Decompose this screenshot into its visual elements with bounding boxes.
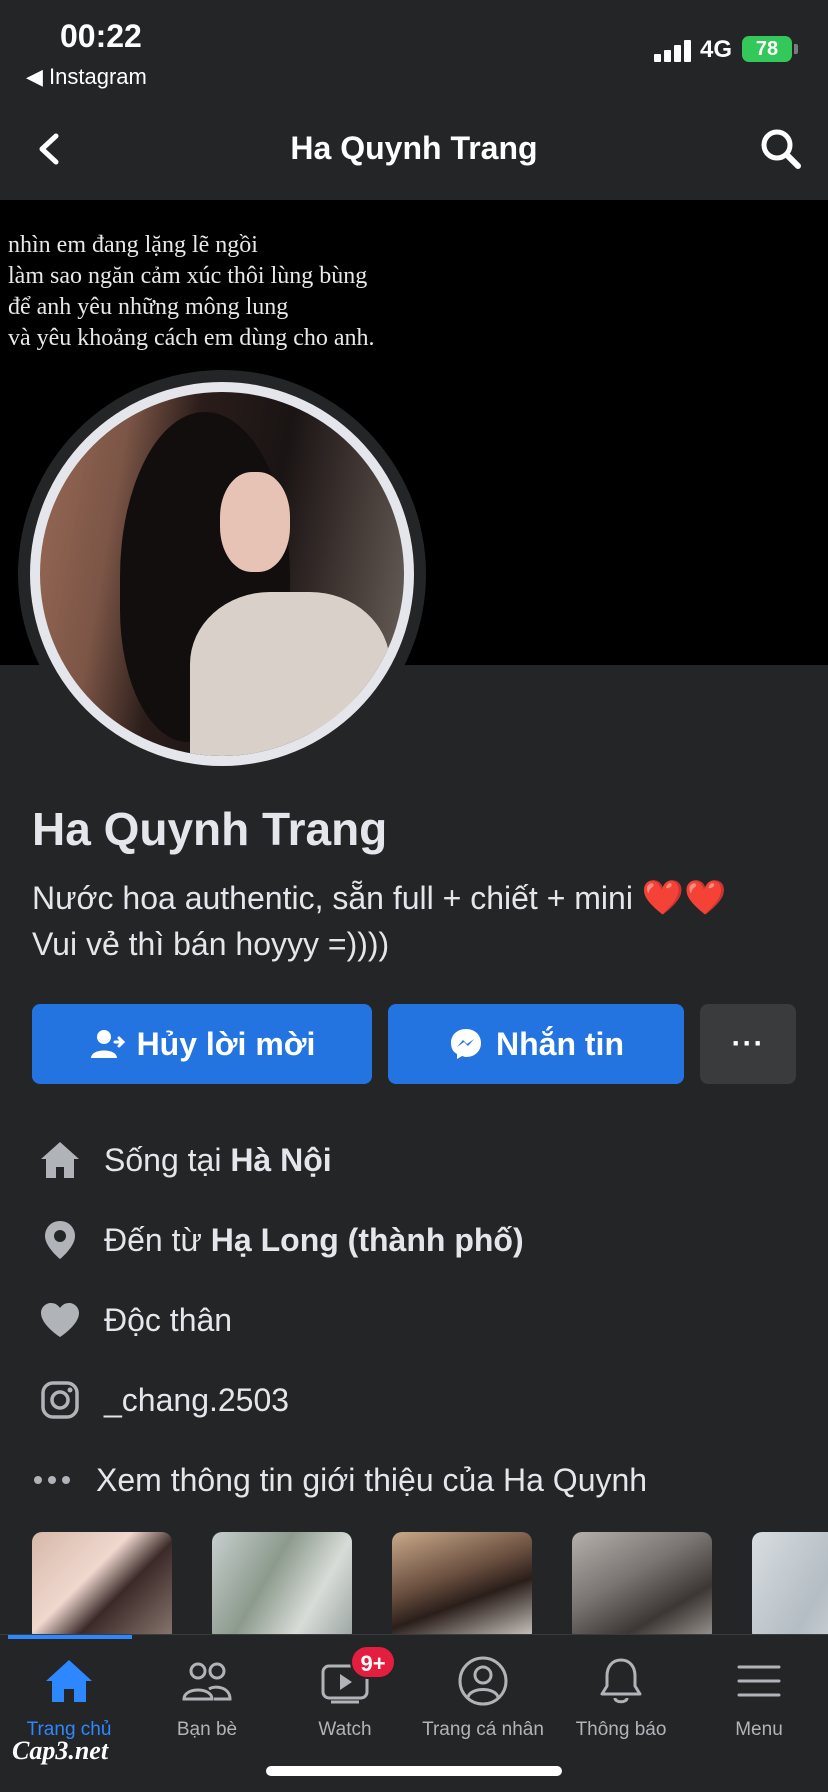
- home-icon: [0, 1653, 138, 1709]
- cover-poem: nhìn em đang lặng lẽ ngồi làm sao ngăn c…: [8, 230, 375, 354]
- location-pin-icon: [38, 1218, 82, 1262]
- home-indicator: [266, 1766, 562, 1776]
- profile-name: Ha Quynh Trang: [32, 803, 388, 855]
- profile-page: 00:22 ◀ Instagram 4G 78 Ha Quynh Trang n…: [0, 0, 828, 1792]
- lives-value[interactable]: Hà Nội: [230, 1142, 331, 1178]
- cancel-request-label: Hủy lời mời: [136, 1025, 316, 1062]
- ellipsis-icon: [30, 1458, 74, 1502]
- avatar-face: [220, 472, 290, 572]
- hamburger-menu-icon: [690, 1653, 828, 1709]
- tab-friends-label: Bạn bè: [176, 1719, 238, 1740]
- cover-line: để anh yêu những mông lung: [8, 294, 289, 320]
- page-title: Ha Quynh Trang: [290, 130, 538, 166]
- user-cancel-icon: [90, 1030, 125, 1058]
- info-relationship: Độc thân: [0, 1290, 828, 1350]
- info-from: Đến từ Hạ Long (thành phố): [0, 1210, 828, 1270]
- more-label: ···: [731, 1027, 765, 1060]
- network-type: 4G: [700, 36, 733, 63]
- photo-thumbnail[interactable]: [212, 1532, 352, 1634]
- message-button[interactable]: Nhắn tin: [388, 1004, 684, 1084]
- relationship-status: Độc thân: [104, 1301, 233, 1338]
- status-time: 00:22: [60, 18, 142, 54]
- profile-icon: [414, 1653, 552, 1709]
- bio-line: Vui vẻ thì bán hoyyy =)))): [32, 926, 390, 962]
- profile-bio: Nước hoa authentic, sẵn full + chiết + m…: [32, 875, 727, 967]
- photo-thumbnail[interactable]: [752, 1532, 828, 1634]
- instagram-icon: [38, 1378, 82, 1422]
- navigation-bar: Ha Quynh Trang: [0, 100, 828, 200]
- watermark: Cap3.net: [12, 1736, 109, 1765]
- more-options-button[interactable]: ···: [700, 1004, 796, 1084]
- instagram-handle[interactable]: _chang.2503: [104, 1382, 289, 1419]
- tab-notifications-label: Thông báo: [575, 1719, 667, 1740]
- message-label: Nhắn tin: [496, 1025, 624, 1062]
- bio-line: Nước hoa authentic, sẵn full + chiết + m…: [32, 880, 633, 916]
- tab-watch[interactable]: 9+ Watch: [276, 1635, 414, 1755]
- from-value[interactable]: Hạ Long (thành phố): [211, 1222, 524, 1258]
- lives-prefix: Sống tại: [104, 1141, 231, 1178]
- avatar[interactable]: [30, 382, 414, 766]
- messenger-icon: [451, 1029, 481, 1059]
- tab-watch-label: Watch: [318, 1719, 372, 1740]
- cancel-friend-request-button[interactable]: Hủy lời mời: [32, 1004, 372, 1084]
- bell-icon: [552, 1653, 690, 1709]
- info-instagram: _chang.2503: [0, 1370, 828, 1430]
- watch-badge: 9+: [350, 1645, 396, 1679]
- info-see-about[interactable]: Xem thông tin giới thiệu của Ha Quynh: [0, 1450, 828, 1510]
- heart-emoji: ❤️❤️: [641, 879, 727, 917]
- from-prefix: Đến từ: [104, 1221, 211, 1258]
- tab-notifications[interactable]: Thông báo: [552, 1635, 690, 1755]
- tab-profile[interactable]: Trang cá nhân: [414, 1635, 552, 1755]
- signal-icon: [654, 38, 692, 62]
- friends-icon: [138, 1653, 276, 1709]
- tab-friends[interactable]: Bạn bè: [138, 1635, 276, 1755]
- photo-thumbnail[interactable]: [572, 1532, 712, 1634]
- tab-profile-label: Trang cá nhân: [422, 1719, 544, 1740]
- search-icon[interactable]: [756, 124, 806, 174]
- cover-line: làm sao ngăn cảm xúc thôi lùng bùng: [8, 263, 368, 289]
- info-lives-in: Sống tại Hà Nội: [0, 1130, 828, 1190]
- avatar-photo: [40, 392, 404, 756]
- tab-menu-label: Menu: [735, 1719, 783, 1740]
- see-about-link[interactable]: Xem thông tin giới thiệu của Ha Quynh: [96, 1462, 647, 1499]
- featured-photos: [0, 1532, 828, 1634]
- cover-line: nhìn em đang lặng lẽ ngồi: [8, 232, 258, 258]
- tab-menu[interactable]: Menu: [690, 1635, 828, 1755]
- heart-icon: [38, 1298, 82, 1342]
- avatar-shirt: [190, 592, 390, 756]
- battery-icon: 78: [742, 36, 792, 62]
- home-icon: [38, 1138, 82, 1182]
- battery-cap: [794, 44, 798, 54]
- cover-line: và yêu khoảng cách em dùng cho anh.: [8, 325, 375, 351]
- photo-thumbnail[interactable]: [32, 1532, 172, 1634]
- back-to-app-link[interactable]: ◀ Instagram: [26, 64, 147, 90]
- photo-thumbnail[interactable]: [392, 1532, 532, 1634]
- status-bar: 00:22 ◀ Instagram 4G 78: [0, 0, 828, 96]
